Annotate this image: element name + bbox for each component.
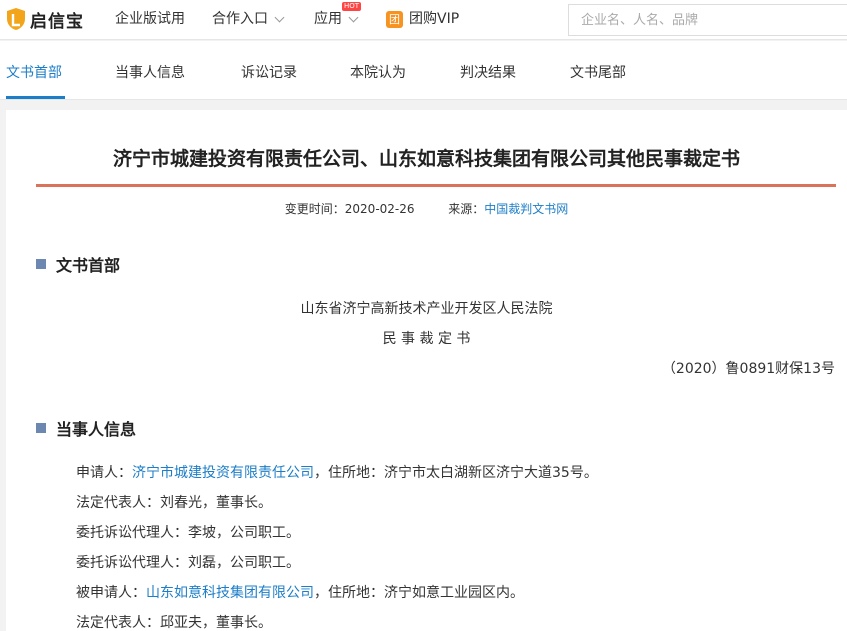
nav-apps[interactable]: 应用 HOT [314, 2, 362, 28]
chevron-down-icon [274, 12, 285, 22]
party-line: 被申请人：山东如意科技集团有限公司，住所地：济宁如意工业园区内。 [76, 582, 524, 602]
party-line: 委托诉讼代理人：刘磊，公司职工。 [76, 552, 300, 572]
source-label: 来源： [448, 202, 485, 216]
logo-text: 启信宝 [30, 11, 84, 32]
section-heading-parties: 当事人信息 [36, 416, 136, 440]
document-content: 济宁市城建投资有限责任公司、山东如意科技集团有限公司其他民事裁定书 变更时间：2… [6, 110, 847, 631]
nav-apps-label: 应用 [314, 11, 342, 27]
tab-litigation-record[interactable]: 诉讼记录 [241, 64, 297, 82]
section-heading-doc-head: 文书首部 [36, 252, 120, 276]
party-line: 委托诉讼代理人：李坡，公司职工。 [76, 522, 300, 542]
party-line: 申请人：济宁市城建投资有限责任公司，住所地：济宁市太白湖新区济宁大道35号。 [76, 462, 598, 482]
search-input[interactable] [569, 5, 847, 35]
changed-time-label: 变更时间： [284, 202, 345, 216]
logo[interactable]: 启信宝 [6, 6, 84, 32]
tab-doc-tail[interactable]: 文书尾部 [570, 64, 626, 82]
nav-cooperation-label: 合作入口 [212, 11, 268, 27]
tab-court-opinion[interactable]: 本院认为 [350, 64, 406, 82]
search-box[interactable] [568, 4, 847, 36]
party-line: 法定代表人：邱亚夫，董事长。 [76, 612, 272, 631]
shield-logo-icon [7, 8, 25, 30]
tab-parties[interactable]: 当事人信息 [115, 64, 185, 82]
title-divider [36, 184, 836, 187]
party-prefix: 法定代表人：邱亚夫，董事长。 [76, 615, 272, 631]
court-name: 山东省济宁高新技术产业开发区人民法院 [300, 301, 553, 317]
party-suffix: ，住所地：济宁市太白湖新区济宁大道35号。 [314, 465, 598, 481]
document-type: 民 事 裁 定 书 [382, 331, 471, 347]
party-prefix: 委托诉讼代理人：李坡，公司职工。 [76, 525, 300, 541]
party-line: 法定代表人：刘春光，董事长。 [76, 492, 272, 512]
nav-group-vip[interactable]: 团 团购VIP [386, 10, 459, 28]
party-suffix: ，住所地：济宁如意工业园区内。 [314, 585, 524, 601]
party-prefix: 申请人： [76, 465, 132, 481]
section-marker-icon [36, 423, 46, 433]
company-link[interactable]: 济宁市城建投资有限责任公司 [132, 465, 314, 481]
document-tabs: 文书首部 当事人信息 诉讼记录 本院认为 判决结果 文书尾部 [0, 41, 847, 100]
nav-group-vip-label: 团购VIP [409, 11, 460, 27]
group-buy-icon: 团 [386, 10, 403, 28]
tab-doc-head[interactable]: 文书首部 [6, 64, 62, 82]
nav-enterprise-trial[interactable]: 企业版试用 [115, 10, 185, 28]
source-link[interactable]: 中国裁判文书网 [484, 202, 568, 216]
chevron-down-icon [348, 12, 359, 22]
section-marker-icon [36, 259, 46, 269]
changed-time-value: 2020-02-26 [344, 202, 415, 216]
document-title: 济宁市城建投资有限责任公司、山东如意科技集团有限公司其他民事裁定书 [112, 148, 740, 170]
hot-badge: HOT [342, 2, 362, 11]
top-bar: 启信宝 企业版试用 合作入口 应用 HOT 团 团购VIP [0, 0, 847, 40]
document-meta: 变更时间：2020-02-26 来源：中国裁判文书网 [6, 200, 847, 217]
nav-enterprise-trial-label: 企业版试用 [115, 11, 185, 27]
party-prefix: 委托诉讼代理人：刘磊，公司职工。 [76, 555, 300, 571]
tab-judgment-result[interactable]: 判决结果 [460, 64, 516, 82]
active-tab-indicator [6, 96, 65, 99]
company-link[interactable]: 山东如意科技集团有限公司 [146, 585, 314, 601]
party-prefix: 法定代表人：刘春光，董事长。 [76, 495, 272, 511]
nav-cooperation[interactable]: 合作入口 [212, 10, 285, 28]
section-heading-text: 文书首部 [56, 256, 121, 275]
section-heading-text: 当事人信息 [56, 420, 137, 439]
party-prefix: 被申请人： [76, 585, 146, 601]
case-number: （2020）鲁0891财保13号 [661, 361, 835, 377]
